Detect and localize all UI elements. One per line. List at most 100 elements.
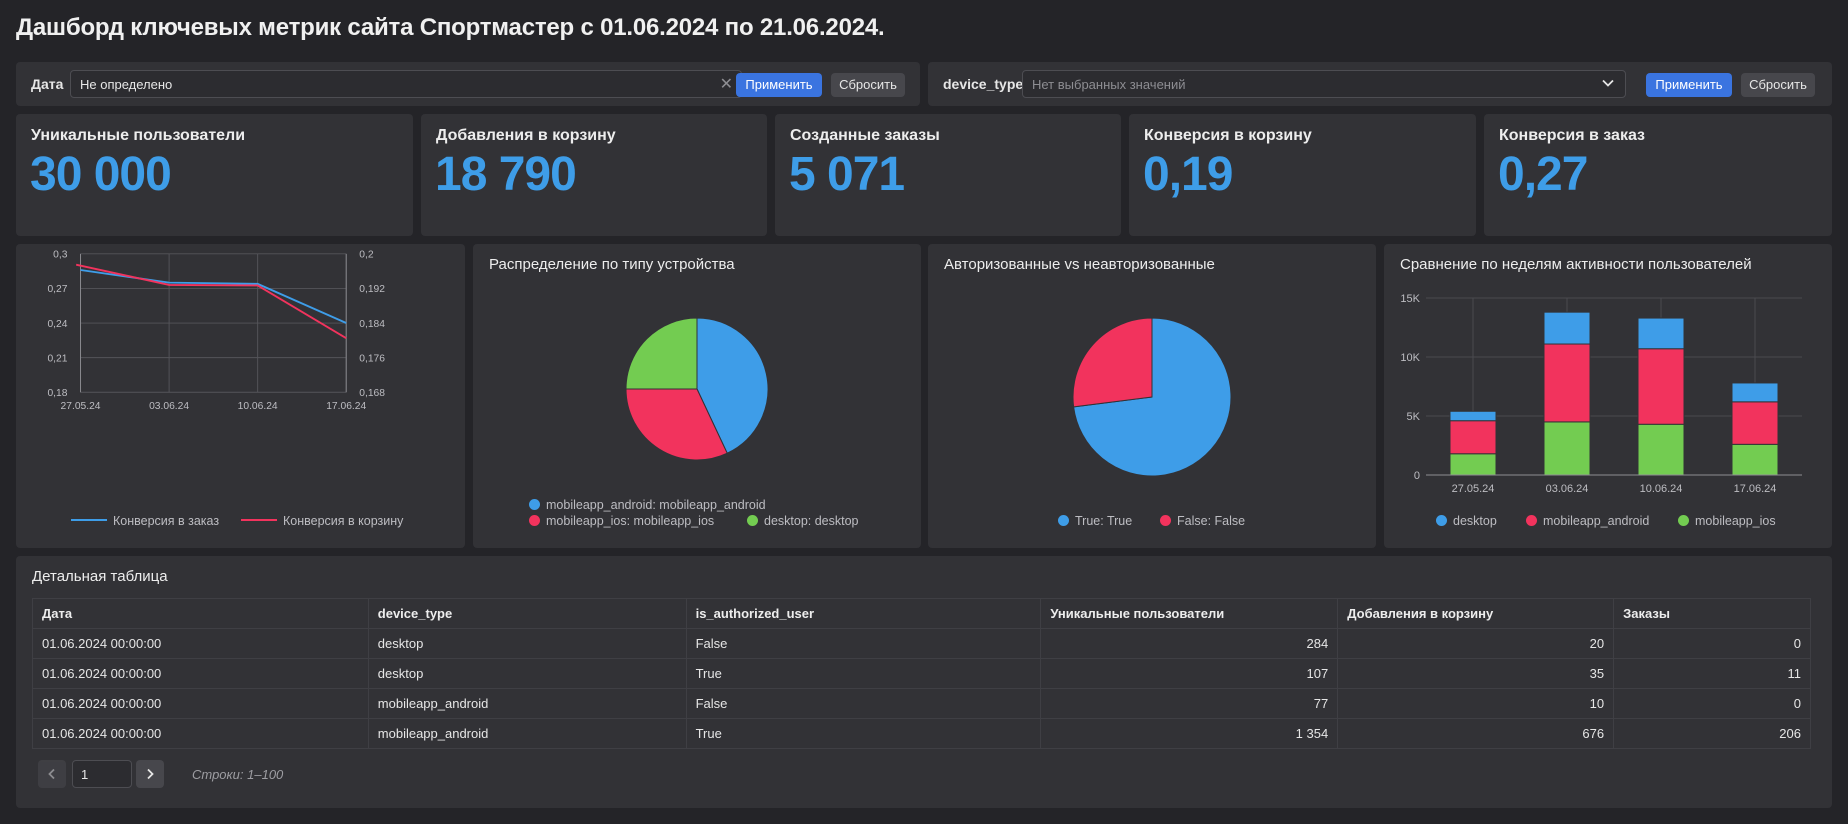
authorization-pie-chart: [1072, 317, 1232, 477]
column-header-is-authorized[interactable]: is_authorized_user: [685, 598, 1042, 629]
column-header-orders[interactable]: Заказы: [1613, 598, 1811, 629]
y-tick-label: 15K: [1400, 293, 1420, 305]
legend-item-cart-conversion[interactable]: Конверсия в корзину: [241, 514, 403, 528]
bar-segment-desktop: [1543, 311, 1591, 345]
x-tick-label: 17.06.24: [1734, 483, 1777, 495]
column-header-device-type[interactable]: device_type: [367, 598, 687, 629]
column-header-date[interactable]: Дата: [32, 598, 369, 629]
table-cell: 0: [1613, 688, 1811, 719]
table-row: 01.06.2024 00:00:00 desktop False 284 20…: [32, 628, 1811, 659]
chevron-left-icon: [48, 768, 55, 780]
kpi-value: 30 000: [30, 148, 172, 201]
conversion-line-chart-panel: 0,3 0,2 0,27 0,192 0,24 0,184 0,21 0,176 0,18 0,1…: [16, 244, 465, 548]
chevron-down-icon: [1602, 79, 1614, 87]
legend-item-order-conversion[interactable]: Конверсия в заказ: [71, 514, 219, 528]
legend-item-ios[interactable]: mobileapp_ios: [1678, 514, 1776, 528]
table-cell: 01.06.2024 00:00:00: [32, 658, 369, 689]
x-tick-label: 27.05.24: [61, 401, 101, 412]
plot-area: 0,3 0,2 0,27 0,192 0,24 0,184 0,21 0,176 0,18 0,1…: [47, 250, 385, 413]
line-chart-legend: Конверсия в заказ Конверсия в корзину: [71, 514, 451, 530]
device-pie-legend: mobileapp_android: mobileapp_android mob…: [529, 498, 909, 534]
kpi-value: 18 790: [435, 148, 577, 201]
x-tick-label: 03.06.24: [149, 401, 189, 412]
kpi-card-cart-additions: Добавления в корзину 18 790: [421, 114, 767, 236]
kpi-card-unique-users: Уникальные пользователи 30 000: [16, 114, 413, 236]
pie-slice-1: [1072, 317, 1153, 408]
table-row: 01.06.2024 00:00:00 desktop True 107 35 …: [32, 658, 1811, 689]
bar-segment-mobileapp_android: [1637, 348, 1685, 425]
device-type-reset-button[interactable]: Сбросить: [1741, 73, 1815, 97]
bar-segment-desktop: [1449, 410, 1497, 422]
legend-item-false[interactable]: False: False: [1160, 514, 1245, 528]
legend-item-desktop[interactable]: desktop: desktop: [747, 514, 859, 528]
table-cell: 284: [1040, 628, 1339, 659]
kpi-card-cart-conversion: Конверсия в корзину 0,19: [1129, 114, 1476, 236]
legend-item-ios[interactable]: mobileapp_ios: mobileapp_ios: [529, 514, 714, 528]
clear-icon[interactable]: ✕: [720, 74, 733, 94]
table-header-row: Дата device_type is_authorized_user Уник…: [32, 598, 1811, 629]
bar-segment-mobileapp_android: [1449, 420, 1497, 455]
date-filter-panel: Дата Не определено ✕ Применить Сбросить: [16, 62, 920, 106]
legend-item-true[interactable]: True: True: [1058, 514, 1132, 528]
pie-slice-2: [625, 317, 698, 390]
page-title: Дашборд ключевых метрик сайта Спортмасте…: [16, 14, 885, 41]
legend-item-desktop[interactable]: desktop: [1436, 514, 1497, 528]
y-tick-label: 0: [1414, 470, 1420, 482]
detail-table-panel: Детальная таблица Дата device_type is_au…: [16, 556, 1832, 808]
date-filter-value: Не определено: [80, 77, 173, 92]
bar-chart-legend: desktop mobileapp_android mobileapp_ios: [1436, 514, 1816, 530]
device-type-apply-button[interactable]: Применить: [1646, 73, 1732, 97]
kpi-value: 0,19: [1143, 148, 1233, 201]
kpi-title: Добавления в корзину: [436, 127, 616, 144]
kpi-card-created-orders: Созданные заказы 5 071: [775, 114, 1121, 236]
kpi-title: Конверсия в корзину: [1144, 127, 1312, 144]
y-left-tick-label: 0,24: [47, 319, 67, 330]
date-apply-button[interactable]: Применить: [736, 73, 822, 97]
y-left-tick-label: 0,18: [47, 388, 67, 399]
table-title: Детальная таблица: [32, 568, 168, 585]
auth-pie-legend: True: True False: False: [1058, 514, 1298, 530]
table-cell: False: [685, 688, 1042, 719]
date-filter-input[interactable]: Не определено ✕: [70, 70, 742, 98]
column-header-cart-additions[interactable]: Добавления в корзину: [1337, 598, 1615, 629]
date-reset-button[interactable]: Сбросить: [831, 73, 905, 97]
bar-segment-desktop: [1637, 317, 1685, 350]
table-cell: 206: [1613, 718, 1811, 749]
device-type-filter-label: device_type: [943, 76, 1024, 92]
column-header-unique-users[interactable]: Уникальные пользователи: [1040, 598, 1339, 629]
page-number-input[interactable]: 1: [72, 760, 132, 788]
x-tick-label: 10.06.24: [238, 401, 278, 412]
legend-item-android[interactable]: mobileapp_android: mobileapp_android: [529, 498, 766, 512]
legend-item-android[interactable]: mobileapp_android: [1526, 514, 1649, 528]
kpi-title: Конверсия в заказ: [1499, 127, 1645, 144]
x-tick-label: 10.06.24: [1640, 483, 1683, 495]
table-cell: 1 354: [1040, 718, 1339, 749]
table-cell: 77: [1040, 688, 1339, 719]
table-cell: True: [685, 718, 1042, 749]
y-tick-label: 5K: [1407, 411, 1421, 423]
kpi-title: Созданные заказы: [790, 127, 940, 144]
y-right-tick-label: 0,2: [359, 250, 374, 261]
authorization-pie-panel: Авторизованные vs неавторизованные True:…: [928, 244, 1376, 548]
next-page-button[interactable]: [136, 760, 164, 788]
device-type-select[interactable]: Нет выбранных значений: [1022, 70, 1626, 98]
y-right-tick-label: 0,168: [359, 388, 385, 399]
table-cell: 0: [1613, 628, 1811, 659]
bar-segment-mobileapp_ios: [1637, 423, 1685, 476]
table-cell: 01.06.2024 00:00:00: [32, 628, 369, 659]
device-type-filter-panel: device_type Нет выбранных значений Приме…: [928, 62, 1832, 106]
kpi-value: 5 071: [789, 148, 905, 201]
chevron-right-icon: [147, 768, 154, 780]
previous-page-button[interactable]: [38, 760, 66, 788]
y-right-tick-label: 0,192: [359, 284, 385, 295]
table-row: 01.06.2024 00:00:00 mobileapp_android Tr…: [32, 718, 1811, 749]
bar-segment-mobileapp_ios: [1543, 421, 1591, 476]
table-cell: desktop: [367, 628, 687, 659]
table-cell: 35: [1337, 658, 1615, 689]
device-type-placeholder: Нет выбранных значений: [1032, 77, 1186, 92]
weekly-activity-bar-chart: 15K 10K 5K 0 27.05.24 03.06.24 10.06.24 17.06.2…: [1400, 293, 1802, 495]
table-cell: 11: [1613, 658, 1811, 689]
table-row: 01.06.2024 00:00:00 mobileapp_android Fa…: [32, 688, 1811, 719]
bar-segment-mobileapp_ios: [1449, 453, 1497, 476]
conversion-line-chart: 0,3 0,2 0,27 0,192 0,24 0,184 0,21 0,176 0,18 0,1…: [47, 250, 385, 413]
